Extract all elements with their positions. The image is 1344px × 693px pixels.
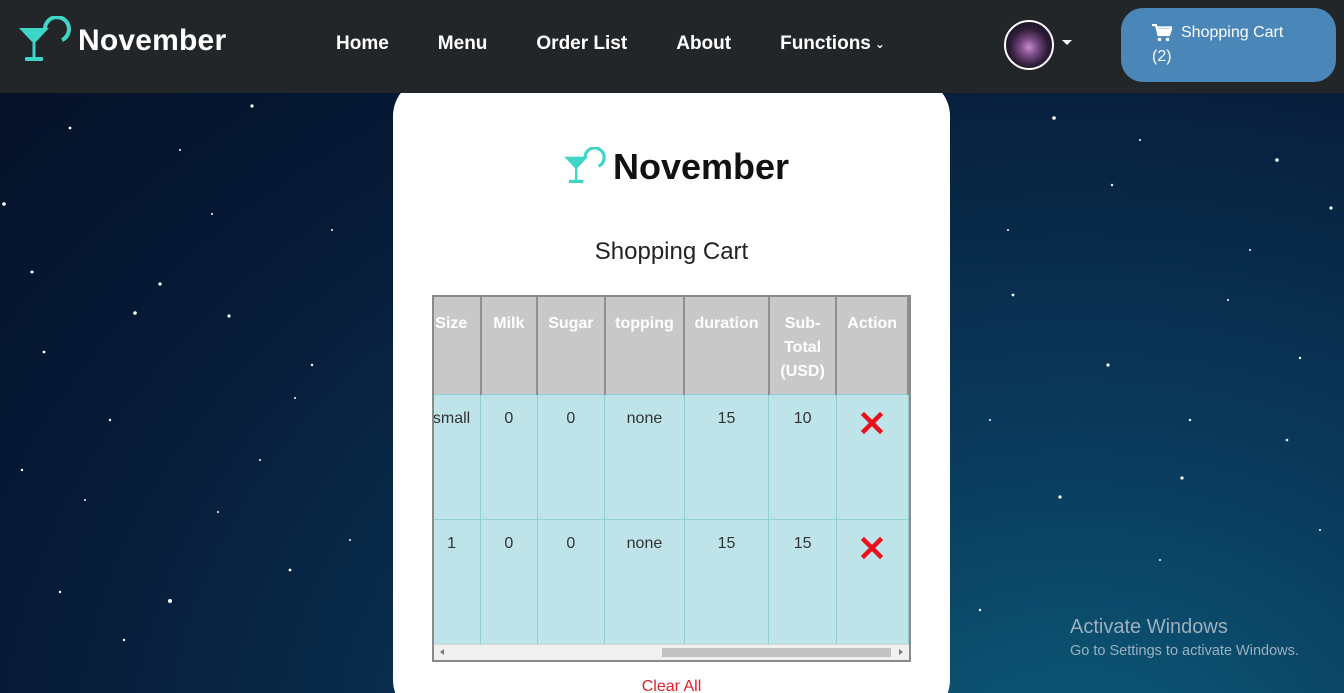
header-milk: Milk <box>480 297 539 394</box>
nav-about[interactable]: About <box>676 33 731 55</box>
remove-x-icon[interactable] <box>861 411 884 434</box>
cart-table: Size Milk Sugar topping duration Sub-Tot… <box>434 297 909 644</box>
nav-links: Home Menu Order List About Functions ⌄ <box>336 33 934 55</box>
cocktail-logo-icon <box>564 147 606 183</box>
card-brand-name: November <box>613 146 790 187</box>
cart-table-container[interactable]: Size Milk Sugar topping duration Sub-Tot… <box>432 295 911 662</box>
header-sugar: Sugar <box>537 297 606 394</box>
cell-subtotal: 15 <box>768 518 837 644</box>
clear-all-link[interactable]: Clear All <box>393 678 950 693</box>
cart-button-label: Shopping Cart <box>1181 24 1284 41</box>
nav-functions-label: Functions <box>780 33 871 54</box>
header-action: Action <box>836 297 909 394</box>
cell-topping: none <box>604 393 685 519</box>
activate-windows-watermark: Activate Windows Go to Settings to activ… <box>1070 616 1299 659</box>
cart-card: November Shopping Cart Size Milk Sugar t… <box>393 78 950 693</box>
nav-home[interactable]: Home <box>336 33 389 55</box>
cart-count: (2) <box>1152 48 1172 65</box>
header-duration: duration <box>684 297 770 394</box>
avatar-caret-icon[interactable] <box>1062 40 1072 45</box>
chevron-down-icon: ⌄ <box>874 36 885 51</box>
cell-action <box>836 518 909 644</box>
top-navbar: November Home Menu Order List About Func… <box>0 0 1344 93</box>
header-subtotal: Sub-Total (USD) <box>768 297 838 394</box>
table-row: small 0 0 none 15 10 <box>434 393 909 519</box>
nav-functions-dropdown[interactable]: Functions ⌄ <box>780 33 885 55</box>
cell-subtotal: 10 <box>768 393 837 519</box>
header-size: Size <box>434 297 482 394</box>
shopping-cart-button[interactable]: Shopping Cart (2) <box>1121 8 1336 82</box>
cell-sugar: 0 <box>537 393 606 519</box>
cell-sugar: 0 <box>537 518 606 644</box>
nav-menu[interactable]: Menu <box>438 33 488 55</box>
user-avatar[interactable] <box>1004 20 1054 70</box>
cart-icon <box>1152 24 1172 42</box>
table-row: 1 0 0 none 15 15 <box>434 518 909 644</box>
card-brand: November <box>563 146 789 188</box>
watermark-subtitle: Go to Settings to activate Windows. <box>1070 643 1299 659</box>
brand[interactable]: November <box>18 16 226 66</box>
brand-name: November <box>78 24 227 57</box>
cell-milk: 0 <box>480 393 538 519</box>
horizontal-scrollbar[interactable] <box>434 644 909 660</box>
cell-action <box>836 393 909 519</box>
watermark-title: Activate Windows <box>1070 616 1228 638</box>
nav-order-list[interactable]: Order List <box>536 33 627 55</box>
remove-x-icon[interactable] <box>861 536 884 559</box>
table-header-row: Size Milk Sugar topping duration Sub-Tot… <box>434 297 909 394</box>
scrollbar-thumb[interactable] <box>662 648 891 657</box>
page-title: Shopping Cart <box>594 238 749 265</box>
cell-topping: none <box>604 518 685 644</box>
cell-duration: 15 <box>684 518 770 644</box>
cell-milk: 0 <box>480 518 538 644</box>
cell-size: 1 <box>434 518 482 644</box>
scroll-right-arrow-icon[interactable] <box>899 649 903 655</box>
cell-duration: 15 <box>684 393 770 519</box>
cell-size: small <box>434 393 482 519</box>
cocktail-logo-icon <box>19 16 71 61</box>
scroll-left-arrow-icon[interactable] <box>440 649 444 655</box>
header-topping: topping <box>604 297 686 394</box>
